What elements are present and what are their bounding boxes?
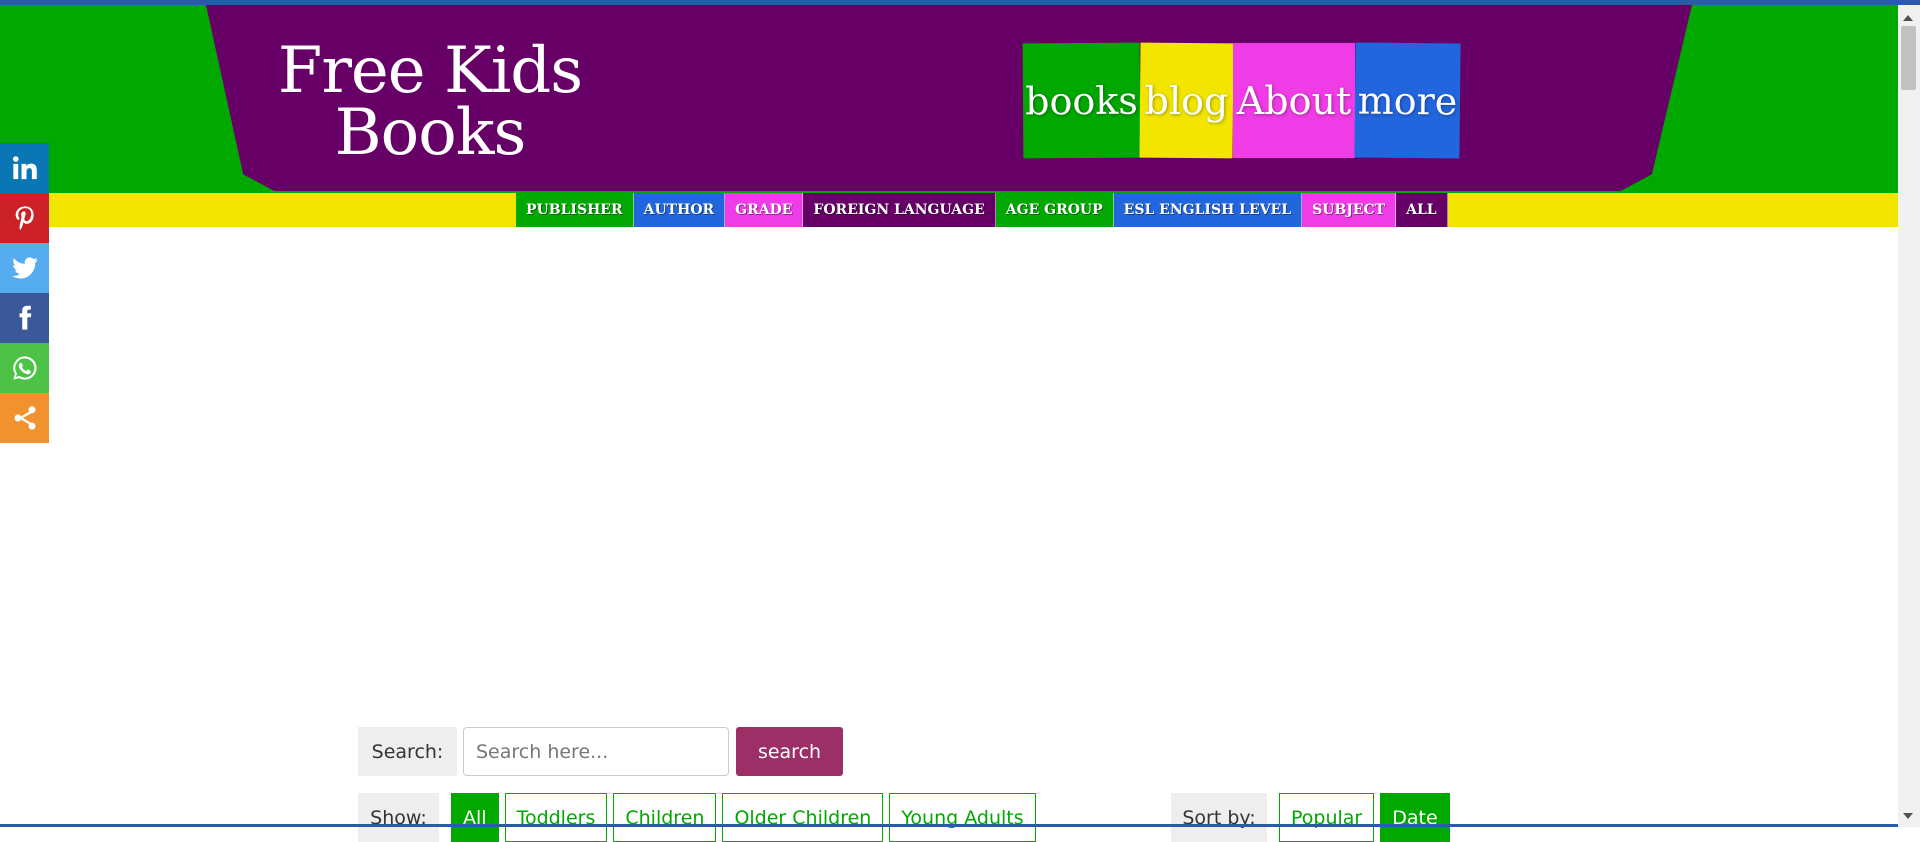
more-share-button[interactable] bbox=[0, 393, 49, 443]
share-icon bbox=[14, 406, 35, 430]
nav-blog[interactable]: blog bbox=[1139, 42, 1234, 159]
nav-books[interactable]: books bbox=[1022, 42, 1141, 159]
search-label: Search: bbox=[358, 727, 457, 776]
linkedin-icon bbox=[12, 156, 37, 180]
logo-line-1: Free Kids bbox=[277, 34, 583, 108]
filter-older-children[interactable]: Older Children bbox=[722, 793, 884, 842]
linkedin-share-button[interactable] bbox=[0, 143, 49, 193]
category-subject[interactable]: SUBJECT bbox=[1302, 193, 1397, 227]
category-nav: PUBLISHER AUTHOR GRADE FOREIGN LANGUAGE … bbox=[516, 193, 1448, 227]
sort-date[interactable]: Date bbox=[1380, 793, 1450, 842]
whatsapp-share-button[interactable] bbox=[0, 343, 49, 393]
twitter-share-button[interactable] bbox=[0, 243, 49, 293]
category-age-group[interactable]: AGE GROUP bbox=[995, 193, 1114, 227]
nav-more[interactable]: more bbox=[1354, 42, 1461, 159]
show-label: Show: bbox=[358, 793, 439, 842]
vertical-scrollbar[interactable] bbox=[1898, 5, 1920, 827]
scrollbar-thumb[interactable] bbox=[1901, 26, 1916, 90]
whatsapp-icon bbox=[12, 356, 37, 380]
category-esl-english-level[interactable]: ESL ENGLISH LEVEL bbox=[1113, 193, 1303, 227]
filter-young-adults[interactable]: Young Adults bbox=[889, 793, 1036, 842]
sort-group: Popular Date bbox=[1279, 793, 1450, 842]
sort-label: Sort by: bbox=[1171, 793, 1267, 842]
pinterest-icon bbox=[15, 206, 34, 230]
sort-popular[interactable]: Popular bbox=[1279, 793, 1375, 842]
scroll-up-icon[interactable] bbox=[1903, 15, 1913, 21]
facebook-share-button[interactable] bbox=[0, 293, 49, 343]
facebook-icon bbox=[19, 305, 31, 330]
search-input[interactable] bbox=[463, 727, 729, 776]
category-all[interactable]: ALL bbox=[1396, 193, 1448, 227]
search-button[interactable]: search bbox=[736, 727, 843, 776]
category-grade[interactable]: GRADE bbox=[725, 193, 804, 227]
filter-children[interactable]: Children bbox=[613, 793, 717, 842]
category-foreign-language[interactable]: FOREIGN LANGUAGE bbox=[803, 193, 996, 227]
social-share-bar bbox=[0, 143, 49, 443]
filter-all[interactable]: All bbox=[451, 793, 499, 842]
filter-toddlers[interactable]: Toddlers bbox=[504, 793, 608, 842]
age-filter-group: All Toddlers Children Older Children You… bbox=[451, 793, 1036, 842]
twitter-icon bbox=[11, 257, 38, 279]
logo-line-2: Books bbox=[334, 96, 527, 170]
scroll-down-icon[interactable] bbox=[1903, 813, 1913, 819]
nav-about[interactable]: About bbox=[1233, 43, 1355, 158]
site-logo[interactable]: Free Kids Books bbox=[260, 34, 600, 170]
pinterest-share-button[interactable] bbox=[0, 193, 49, 243]
category-author[interactable]: AUTHOR bbox=[633, 193, 726, 227]
category-publisher[interactable]: PUBLISHER bbox=[516, 193, 634, 227]
